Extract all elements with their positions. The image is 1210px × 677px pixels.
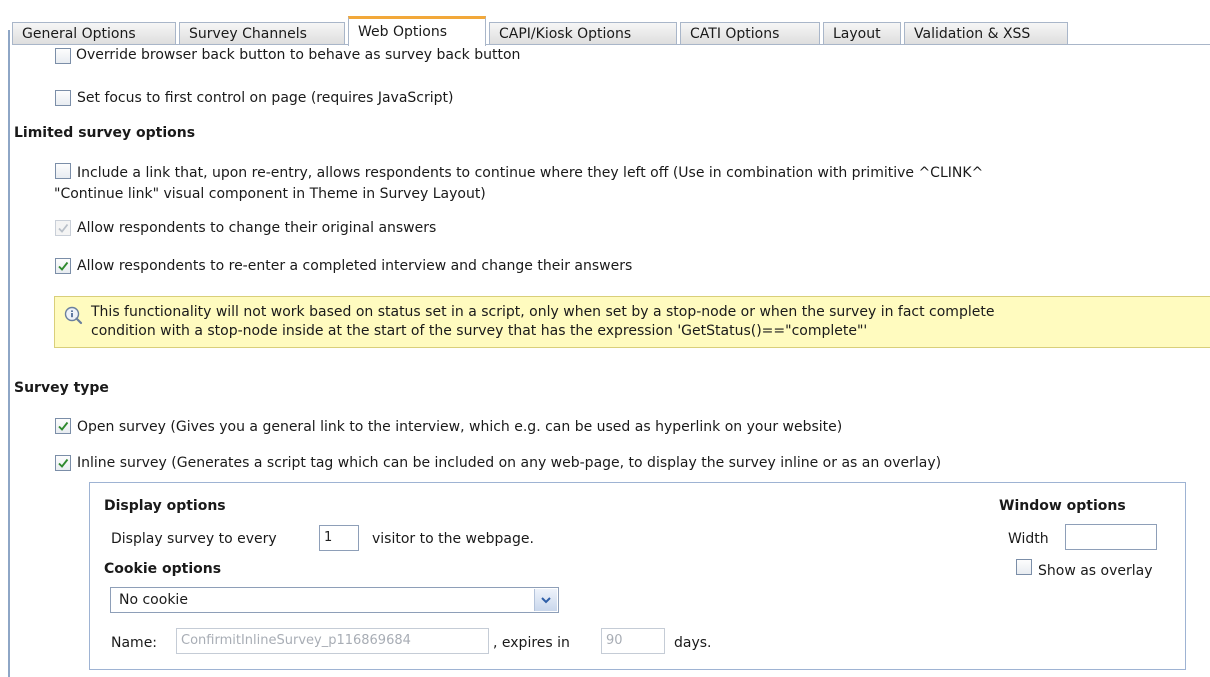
inline-survey-options: Display options Display survey to every … xyxy=(89,482,1186,670)
override-back-label: Override browser back button to behave a… xyxy=(76,47,521,63)
survey-settings-panel: General Options Survey Channels Web Opti… xyxy=(0,0,1210,677)
cookie-name-label: Name: xyxy=(111,635,158,651)
width-label: Width xyxy=(1008,531,1049,547)
change-answers-label: Allow respondents to change their origin… xyxy=(77,220,437,236)
display-every-suffix: visitor to the webpage. xyxy=(372,531,534,547)
continue-link-label-line2: "Continue link" visual component in Them… xyxy=(54,186,486,202)
window-options-heading: Window options xyxy=(999,498,1126,514)
expires-input[interactable]: 90 xyxy=(601,628,665,654)
open-survey-label: Open survey (Gives you a general link to… xyxy=(77,419,843,435)
cookie-options-heading: Cookie options xyxy=(104,561,222,577)
continue-link-checkbox[interactable] xyxy=(55,163,71,179)
show-overlay-label: Show as overlay xyxy=(1038,563,1153,579)
check-icon xyxy=(58,261,69,271)
display-options-heading: Display options xyxy=(104,498,226,514)
tab-validation-xss[interactable]: Validation & XSS xyxy=(904,22,1068,44)
tab-general-options[interactable]: General Options xyxy=(12,22,176,44)
display-every-prefix: Display survey to every xyxy=(111,531,277,547)
days-label: days. xyxy=(674,635,712,651)
tab-capi-kiosk-options[interactable]: CAPI/Kiosk Options xyxy=(489,22,677,44)
limited-options-heading: Limited survey options xyxy=(14,125,196,141)
inline-survey-label: Inline survey (Generates a script tag wh… xyxy=(77,455,942,471)
panel-border xyxy=(8,30,10,677)
survey-type-heading: Survey type xyxy=(14,380,109,396)
display-every-input[interactable]: 1 xyxy=(319,525,359,551)
continue-link-label-line1: Include a link that, upon re-entry, allo… xyxy=(77,165,984,181)
inline-survey-checkbox[interactable] xyxy=(55,455,71,471)
set-focus-label: Set focus to first control on page (requ… xyxy=(77,90,454,106)
set-focus-checkbox[interactable] xyxy=(55,90,71,106)
expires-label: , expires in xyxy=(493,635,570,651)
tab-cati-options[interactable]: CATI Options xyxy=(680,22,820,44)
width-input[interactable] xyxy=(1065,524,1157,550)
override-back-checkbox[interactable] xyxy=(55,48,71,64)
notice-line-2: condition with a stop-node inside at the… xyxy=(91,323,868,339)
cookie-name-input[interactable]: ConfirmitInlineSurvey_p116869684 xyxy=(176,628,489,654)
check-icon xyxy=(58,223,69,233)
tab-layout[interactable]: Layout xyxy=(823,22,901,44)
cookie-select-value: No cookie xyxy=(119,592,188,608)
check-icon xyxy=(58,458,69,468)
info-notice: This functionality will not work based o… xyxy=(54,296,1210,348)
reenter-checkbox[interactable] xyxy=(55,258,71,274)
scrolled-option-clip: Override browser back button to behave a… xyxy=(0,46,1210,76)
tab-survey-channels[interactable]: Survey Channels xyxy=(179,22,345,44)
check-icon xyxy=(58,421,69,431)
change-answers-checkbox[interactable] xyxy=(55,220,71,236)
tab-web-options[interactable]: Web Options xyxy=(348,16,486,46)
info-magnifier-icon xyxy=(64,306,83,325)
notice-line-1: This functionality will not work based o… xyxy=(91,304,995,320)
cookie-select[interactable]: No cookie xyxy=(110,587,559,613)
reenter-label: Allow respondents to re-enter a complete… xyxy=(77,258,633,274)
show-overlay-checkbox[interactable] xyxy=(1016,559,1032,575)
open-survey-checkbox[interactable] xyxy=(55,418,71,434)
chevron-down-icon[interactable] xyxy=(534,589,557,611)
